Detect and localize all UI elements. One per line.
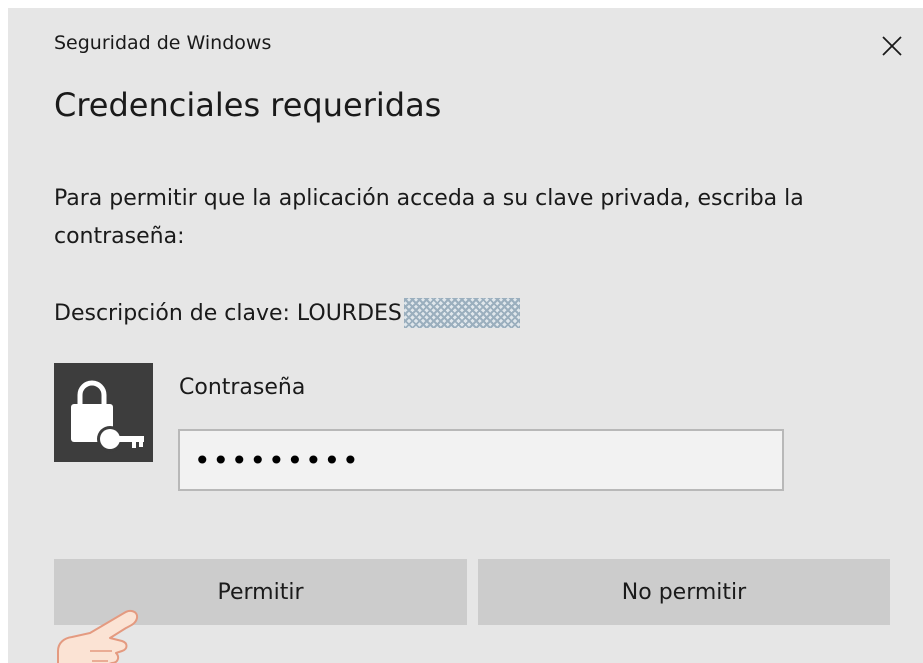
key-description: Descripción de clave: LOURDES — [54, 298, 520, 328]
password-input[interactable] — [178, 429, 784, 491]
close-icon — [882, 36, 902, 56]
pointing-hand-icon — [57, 609, 139, 663]
dialog-message: Para permitir que la aplicación acceda a… — [54, 186, 804, 249]
lock-key-tile — [54, 363, 153, 462]
close-button[interactable] — [872, 26, 912, 66]
deny-button[interactable]: No permitir — [478, 559, 890, 625]
dialog-heading: Credenciales requeridas — [54, 86, 442, 124]
credentials-dialog: Seguridad de Windows Credenciales requer… — [8, 8, 923, 663]
window-title: Seguridad de Windows — [54, 32, 272, 54]
redacted-mark — [403, 298, 520, 328]
key-description-text: Descripción de clave: LOURDES — [54, 300, 402, 326]
password-label: Contraseña — [179, 375, 306, 400]
lock-key-icon — [71, 380, 144, 452]
